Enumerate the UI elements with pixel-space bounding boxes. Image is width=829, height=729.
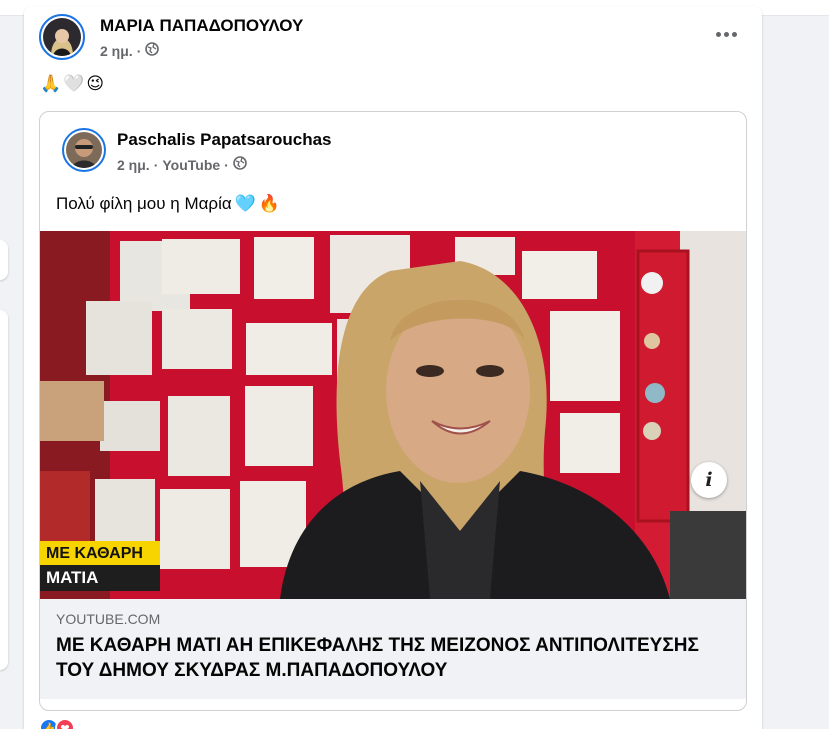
- link-domain: YOUTUBE.COM: [56, 611, 161, 627]
- more-options-dot: [723, 31, 729, 37]
- link-title[interactable]: ΜΕ ΚΑΘΑΡΗ ΜΑΤΙ ΑΗ ΕΠΙΚΕΦΑΛΗΣ ΤΗΣ ΜΕΙΖΟΝΟ…: [56, 633, 730, 683]
- shared-post-text: Πολύ φίλη μου η Μαρία 🩵 🔥: [56, 194, 280, 214]
- info-icon[interactable]: i: [691, 462, 727, 498]
- shared-text-body: Πολύ φίλη μου η Μαρία: [56, 194, 232, 213]
- reaction-summary[interactable]: 👍 ❤: [39, 718, 75, 729]
- light-blue-heart-emoji: 🩵: [234, 194, 256, 214]
- post-author-name[interactable]: ΜΑΡΙΑ ΠΑΠΑΔΟΠΟΥΛΟΥ: [100, 16, 303, 36]
- meta-separator: ·: [224, 156, 229, 173]
- shared-author-avatar[interactable]: [62, 128, 106, 172]
- video-thumbnail[interactable]: ΜΕ ΚΑΘΑΡΗ ΜΑΤΙΑ: [40, 231, 746, 599]
- shared-post[interactable]: Paschalis Papatsarouchas 2 ημ. · YouTube…: [39, 111, 747, 711]
- meta-separator: ·: [136, 42, 142, 59]
- shared-post-meta: 2 ημ. · YouTube ·: [117, 156, 247, 173]
- shared-post-time[interactable]: 2 ημ.: [117, 157, 150, 173]
- post-time[interactable]: 2 ημ.: [100, 43, 133, 59]
- praying-hands-emoji: 🙏: [40, 74, 62, 94]
- love-glyph: ❤: [60, 722, 70, 729]
- meta-separator: ·: [153, 156, 159, 173]
- globe-icon: [145, 42, 160, 59]
- link-preview[interactable]: YOUTUBE.COM ΜΕ ΚΑΘΑΡΗ ΜΑΤΙ ΑΗ ΕΠΙΚΕΦΑΛΗΣ…: [40, 599, 746, 699]
- caption-bottom-text: ΜΑΤΙΑ: [40, 565, 160, 591]
- post-text: 🙏 🤍 😉: [40, 74, 104, 94]
- globe-icon: [233, 156, 247, 173]
- feed-post: ΜΑΡΙΑ ΠΑΠΑΔΟΠΟΥΛΟΥ 2 ημ. · 🙏 🤍 😉 Paschal…: [24, 6, 762, 729]
- wink-emoji: 😉: [86, 74, 105, 94]
- author-avatar[interactable]: [39, 14, 85, 60]
- more-options-dot: [731, 31, 737, 37]
- fire-emoji: 🔥: [258, 194, 281, 214]
- like-glyph: 👍: [42, 722, 56, 729]
- more-options-button[interactable]: [708, 20, 744, 48]
- caption-top-text: ΜΕ ΚΑΘΑΡΗ: [46, 545, 143, 562]
- video-caption: ΜΕ ΚΑΘΑΡΗ ΜΑΤΙΑ: [40, 541, 160, 591]
- more-options-icon: [715, 31, 721, 37]
- post-meta: 2 ημ. ·: [100, 42, 160, 59]
- info-label: i: [705, 469, 713, 491]
- love-icon: ❤: [55, 718, 75, 729]
- white-heart-emoji: 🤍: [63, 74, 85, 94]
- shared-author-name[interactable]: Paschalis Papatsarouchas: [117, 130, 332, 150]
- left-panel-edge: [0, 310, 8, 670]
- left-panel-edge: [0, 240, 8, 280]
- shared-source: YouTube: [162, 156, 221, 173]
